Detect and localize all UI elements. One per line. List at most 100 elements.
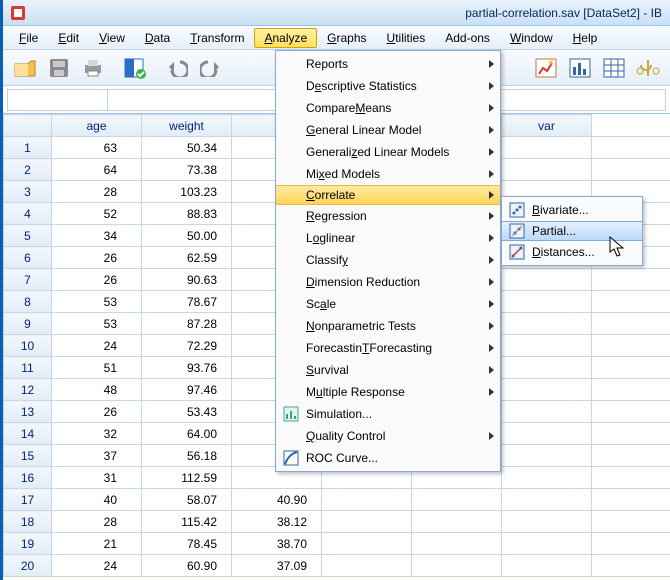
row-number[interactable]: 18	[4, 511, 52, 533]
cell[interactable]	[502, 533, 592, 555]
chart-icon-2[interactable]	[564, 53, 596, 83]
column-header[interactable]: weight	[142, 115, 232, 137]
cell[interactable]	[502, 335, 592, 357]
menu-graphs[interactable]: Graphs	[317, 28, 376, 48]
submenu-item-bivariate[interactable]: Bivariate...	[502, 199, 642, 221]
cell[interactable]	[412, 511, 502, 533]
menu-item-correlate[interactable]: Correlate	[276, 185, 500, 205]
row-number[interactable]: 12	[4, 379, 52, 401]
menu-item-mixed-models[interactable]: Mixed Models	[276, 163, 500, 185]
cell[interactable]	[502, 445, 592, 467]
chart-icon-1[interactable]	[530, 53, 562, 83]
menu-transform[interactable]: Transform	[180, 28, 254, 48]
cell[interactable]: 93.76	[142, 357, 232, 379]
cell[interactable]: 32	[52, 423, 142, 445]
menu-item-compare-means[interactable]: Compare Means	[276, 97, 500, 119]
menu-analyze[interactable]: Analyze	[254, 28, 317, 48]
row-number[interactable]: 19	[4, 533, 52, 555]
cell[interactable]	[502, 401, 592, 423]
cell[interactable]: 37.09	[232, 555, 322, 577]
menu-item-roc-curve[interactable]: ROC Curve...	[276, 447, 500, 469]
save-icon[interactable]	[43, 53, 75, 83]
cell[interactable]: 48	[52, 379, 142, 401]
cell[interactable]: 60.90	[142, 555, 232, 577]
cell[interactable]	[592, 555, 670, 577]
cell[interactable]	[502, 137, 592, 159]
grid-icon[interactable]	[598, 53, 630, 83]
cell[interactable]	[592, 335, 670, 357]
cell[interactable]	[592, 445, 670, 467]
cell[interactable]: 38.70	[232, 533, 322, 555]
cell[interactable]	[412, 555, 502, 577]
menu-item-dimension-reduction[interactable]: Dimension Reduction	[276, 271, 500, 293]
cell[interactable]: 58.07	[142, 489, 232, 511]
cell[interactable]	[322, 489, 412, 511]
correlate-submenu[interactable]: Bivariate...Partial...Distances...	[501, 196, 643, 266]
cell[interactable]: 38.12	[232, 511, 322, 533]
row-number[interactable]: 9	[4, 313, 52, 335]
cell[interactable]	[592, 489, 670, 511]
cell[interactable]: 31	[52, 467, 142, 489]
cell[interactable]: 24	[52, 555, 142, 577]
cell[interactable]	[592, 379, 670, 401]
cell[interactable]: 24	[52, 335, 142, 357]
cell[interactable]: 103.23	[142, 181, 232, 203]
cell[interactable]	[592, 291, 670, 313]
menu-item-classify[interactable]: Classify	[276, 249, 500, 271]
cell[interactable]	[592, 423, 670, 445]
column-header[interactable]: age	[52, 115, 142, 137]
cell[interactable]	[412, 489, 502, 511]
menu-item-loglinear[interactable]: Loglinear	[276, 227, 500, 249]
menu-item-forecasting[interactable]: ForecastinTForecasting	[276, 337, 500, 359]
cell[interactable]	[502, 467, 592, 489]
menu-item-descriptive-statistics[interactable]: Descriptive Statistics	[276, 75, 500, 97]
cell[interactable]: 28	[52, 511, 142, 533]
menu-item-nonparametric-tests[interactable]: Nonparametric Tests	[276, 315, 500, 337]
cell[interactable]	[592, 401, 670, 423]
cell[interactable]	[502, 269, 592, 291]
open-icon[interactable]	[9, 53, 41, 83]
row-number[interactable]: 15	[4, 445, 52, 467]
menu-item-simulation[interactable]: Simulation...	[276, 403, 500, 425]
cell[interactable]: 37	[52, 445, 142, 467]
menu-view[interactable]: View	[89, 28, 135, 48]
row-number[interactable]: 3	[4, 181, 52, 203]
menu-add-ons[interactable]: Add-ons	[435, 28, 500, 48]
datasheet-icon[interactable]	[119, 53, 151, 83]
menu-edit[interactable]: Edit	[48, 28, 89, 48]
cell[interactable]: 64.00	[142, 423, 232, 445]
row-number[interactable]: 1	[4, 137, 52, 159]
cell[interactable]: 52	[52, 203, 142, 225]
cell[interactable]: 50.34	[142, 137, 232, 159]
cell[interactable]: 115.42	[142, 511, 232, 533]
cell[interactable]	[592, 357, 670, 379]
menu-item-quality-control[interactable]: Quality Control	[276, 425, 500, 447]
menu-item-multiple-response[interactable]: Multiple Response	[276, 381, 500, 403]
row-number[interactable]: 13	[4, 401, 52, 423]
row-number[interactable]: 14	[4, 423, 52, 445]
cell[interactable]	[502, 511, 592, 533]
row-number[interactable]: 6	[4, 247, 52, 269]
menu-data[interactable]: Data	[135, 28, 180, 48]
cell[interactable]: 28	[52, 181, 142, 203]
cell[interactable]: 73.38	[142, 159, 232, 181]
cell[interactable]	[592, 467, 670, 489]
menu-item-regression[interactable]: Regression	[276, 205, 500, 227]
row-number[interactable]: 2	[4, 159, 52, 181]
cell[interactable]: 53	[52, 313, 142, 335]
row-number[interactable]: 8	[4, 291, 52, 313]
cell[interactable]	[592, 313, 670, 335]
cell[interactable]: 50.00	[142, 225, 232, 247]
cell[interactable]	[592, 269, 670, 291]
cell[interactable]: 51	[52, 357, 142, 379]
table-row[interactable]: 174058.0740.90	[4, 489, 670, 511]
cell[interactable]	[502, 313, 592, 335]
cell[interactable]: 78.45	[142, 533, 232, 555]
cell[interactable]: 62.59	[142, 247, 232, 269]
table-row[interactable]: 202460.9037.09	[4, 555, 670, 577]
row-number[interactable]: 5	[4, 225, 52, 247]
cell[interactable]: 40.90	[232, 489, 322, 511]
row-number[interactable]: 7	[4, 269, 52, 291]
submenu-item-distances[interactable]: Distances...	[502, 241, 642, 263]
cell[interactable]	[322, 533, 412, 555]
